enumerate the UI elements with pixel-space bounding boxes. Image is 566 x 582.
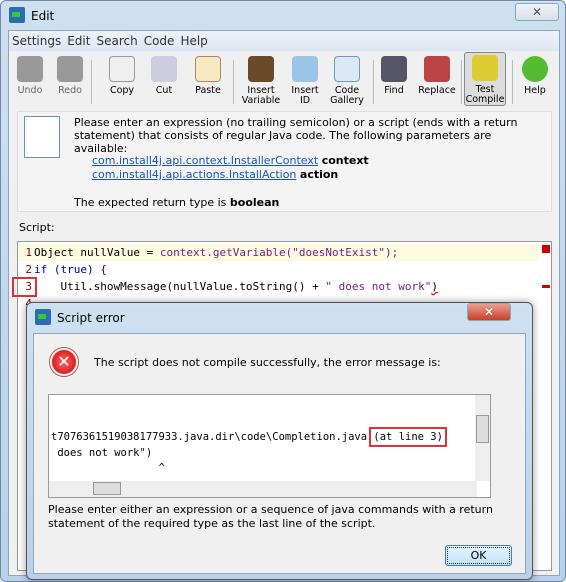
- script-error-dialog: Script error ✕ ✕ The script does not com…: [26, 302, 533, 580]
- horizontal-scrollbar[interactable]: [49, 481, 477, 497]
- line-3-highlight: [12, 277, 37, 297]
- dialog-client: ✕ The script does not compile successful…: [33, 333, 526, 574]
- dialog-title: Script error: [57, 311, 125, 325]
- paste-button[interactable]: Paste: [191, 54, 225, 96]
- menu-help[interactable]: Help: [177, 31, 210, 48]
- output-line-2: does not work"): [51, 447, 153, 459]
- redo-button[interactable]: Redo: [55, 54, 85, 96]
- close-button[interactable]: ✕: [515, 3, 559, 21]
- binoculars-icon: [381, 56, 407, 82]
- menu-bar: Settings Edit Search Code Help: [9, 31, 559, 51]
- param-context: com.install4j.api.context.InstallerConte…: [92, 154, 369, 167]
- param-action: com.install4j.api.actions.InstallAction …: [92, 168, 339, 181]
- output-line-3: ^: [51, 462, 165, 474]
- output-line-1: t7076361519038177933.java.dir\code\Compl…: [51, 427, 447, 447]
- script-icon: [24, 116, 60, 158]
- error-line-marker[interactable]: [542, 285, 550, 288]
- menu-settings[interactable]: Settings: [9, 31, 64, 48]
- error-icon: ✕: [50, 348, 78, 376]
- script-label: Script:: [19, 221, 55, 234]
- replace-icon: [424, 56, 450, 82]
- code-line-1: 1 Object nullValue = context.getVariable(…: [18, 244, 538, 261]
- ok-button[interactable]: OK: [445, 545, 512, 566]
- toolbar: Undo Redo Copy Cut Paste Insert Variable…: [9, 52, 559, 108]
- replace-button[interactable]: Replace: [417, 54, 457, 96]
- undo-button[interactable]: Undo: [15, 54, 45, 96]
- menu-edit[interactable]: Edit: [64, 31, 93, 48]
- undo-icon: [17, 56, 43, 82]
- scissors-icon: [151, 56, 177, 82]
- copy-icon: [109, 56, 135, 82]
- code-line-2: 2 if (true) {: [25, 263, 107, 276]
- help-button[interactable]: Help: [519, 54, 551, 96]
- find-button[interactable]: Find: [379, 54, 409, 96]
- insert-variable-button[interactable]: Insert Variable: [239, 54, 283, 106]
- context-type-link[interactable]: com.install4j.api.context.InstallerConte…: [92, 154, 318, 167]
- action-type-link[interactable]: com.install4j.api.actions.InstallAction: [92, 168, 296, 181]
- vertical-scrollbar[interactable]: [475, 395, 490, 481]
- redo-icon: [57, 56, 83, 82]
- window-title: Edit: [31, 9, 55, 23]
- error-message: The script does not compile successfully…: [94, 356, 441, 369]
- menu-code[interactable]: Code: [141, 31, 178, 48]
- code-gallery-icon: [334, 56, 360, 82]
- insert-id-button[interactable]: Insert ID: [289, 54, 321, 106]
- help-icon: [522, 56, 548, 82]
- user-icon: [248, 56, 274, 82]
- dialog-footnote: Please enter either an expression or a s…: [48, 503, 493, 530]
- dialog-close-button[interactable]: ✕: [467, 303, 511, 321]
- app-icon: [9, 7, 25, 23]
- menu-search[interactable]: Search: [93, 31, 140, 48]
- info-intro: Please enter an expression (no trailing …: [74, 116, 518, 155]
- cut-button[interactable]: Cut: [149, 54, 179, 96]
- compiler-output[interactable]: t7076361519038177933.java.dir\code\Compl…: [48, 394, 491, 498]
- copy-button[interactable]: Copy: [105, 54, 139, 96]
- code-line-3: 3 Util.showMessage(nullValue.toString() …: [25, 280, 438, 293]
- bug-icon: [472, 55, 498, 81]
- return-type-text: The expected return type is boolean: [74, 196, 280, 209]
- info-panel: Please enter an expression (no trailing …: [17, 111, 552, 212]
- clipboard-icon: [195, 56, 221, 82]
- dialog-icon: [35, 309, 51, 325]
- test-compile-button[interactable]: Test Compile: [464, 52, 506, 106]
- id-card-icon: [292, 56, 318, 82]
- error-marker[interactable]: [542, 245, 550, 253]
- code-gallery-button[interactable]: Code Gallery: [327, 54, 367, 106]
